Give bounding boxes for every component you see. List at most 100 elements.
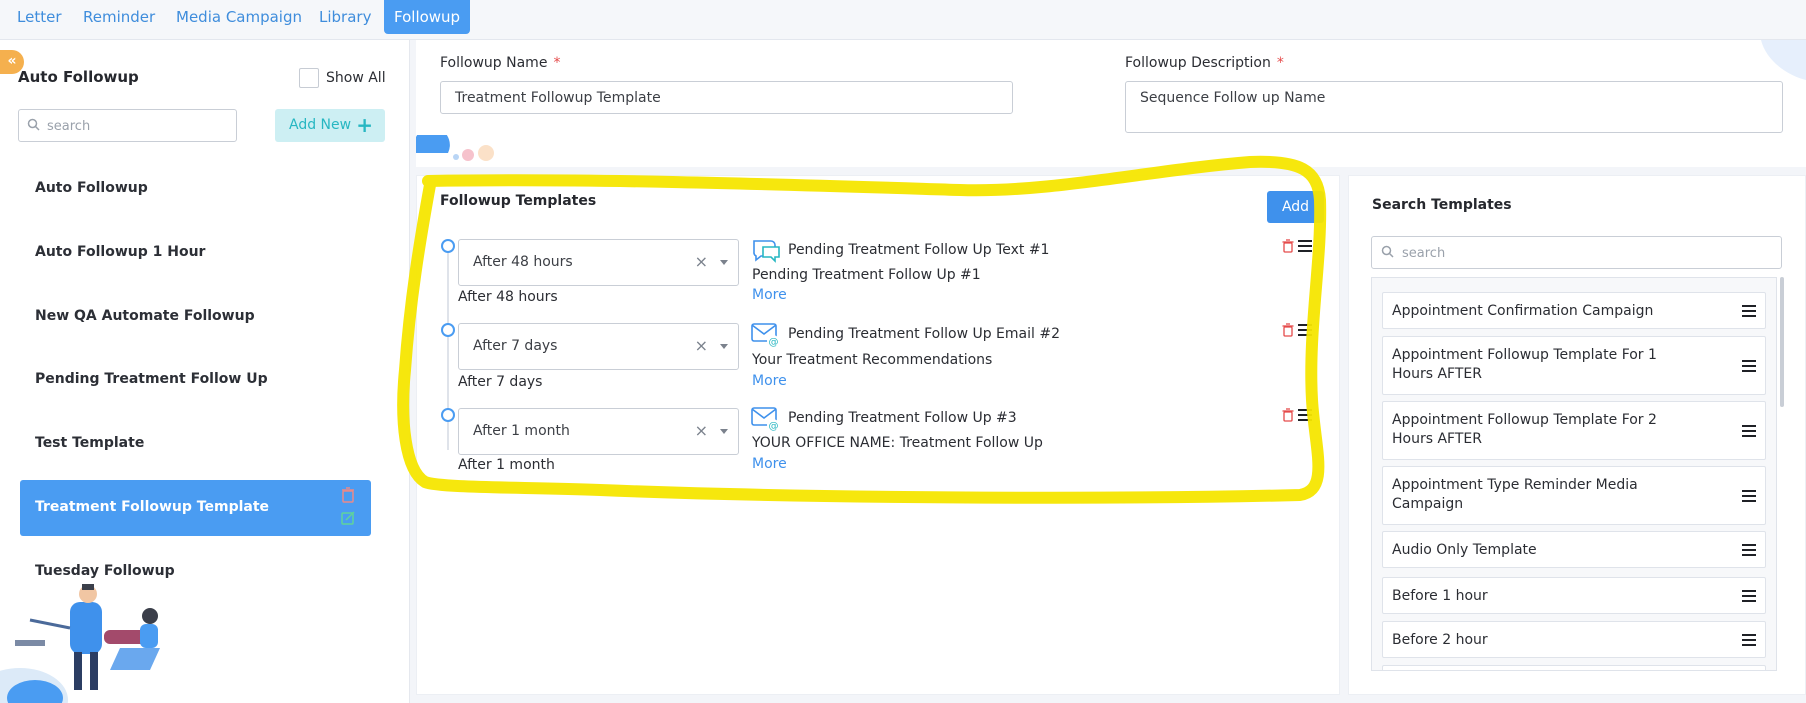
sidebar-item-treatment-followup-template[interactable]: Treatment Followup Template [20,480,371,536]
sidebar-search [18,109,237,142]
list-item-label: Before 1 hour [1392,588,1488,604]
timeline-step-1 [441,239,455,253]
more-link[interactable]: More [752,456,787,472]
list-item[interactable]: Appointment Followup Template For 1 Hour… [1382,336,1766,395]
template-name: Pending Treatment Follow Up #3 [788,410,1017,426]
sidebar-item-auto-followup[interactable]: Auto Followup [35,180,148,196]
template-name: Pending Treatment Follow Up Text #1 [788,242,1050,258]
tab-letter[interactable]: Letter [7,0,71,34]
search-templates-card: Search Templates Appointment Confirmatio… [1348,175,1806,695]
timeline-step-2 [441,323,455,337]
clear-icon[interactable]: × [695,252,708,271]
trash-icon[interactable] [1282,408,1294,422]
delay-select-value: After 1 month [473,423,570,439]
add-new-button[interactable]: Add New + [275,109,385,142]
drag-handle-icon[interactable] [1298,409,1312,421]
delay-select-value: After 7 days [473,338,558,354]
template-name: Pending Treatment Follow Up Email #2 [788,326,1060,342]
svg-text:@: @ [769,337,779,348]
tab-media-campaign[interactable]: Media Campaign [166,0,312,34]
dentist-illustration-icon [0,584,160,703]
clear-icon[interactable]: × [695,336,708,355]
top-tabs: Letter Reminder Media Campaign Library F… [0,0,1806,40]
template-subject: Your Treatment Recommendations [752,352,993,368]
plus-icon: + [356,113,373,137]
delay-caption: After 48 hours [458,289,558,305]
template-search-input[interactable] [1402,242,1772,264]
trash-icon[interactable] [1282,323,1294,337]
template-list: Appointment Confirmation Campaign Appoin… [1371,277,1777,671]
drag-handle-icon[interactable] [1298,240,1312,252]
sidebar-item-new-qa-automate-followup[interactable]: New QA Automate Followup [35,308,255,324]
chevron-down-icon[interactable] [720,429,728,434]
list-item[interactable]: Appointment Confirmation Campaign [1382,292,1766,329]
required-mark: * [553,55,561,71]
required-mark: * [1276,55,1284,71]
tab-followup[interactable]: Followup [384,0,471,34]
template-search [1371,236,1782,269]
followup-name-label-text: Followup Name [440,55,548,71]
delay-select-value: After 48 hours [473,254,573,270]
delay-select-1[interactable]: After 48 hours × [458,239,739,286]
sidebar: « Auto Followup Show All Add New + Auto … [0,40,410,703]
delay-select-2[interactable]: After 7 days × [458,323,739,370]
list-item[interactable]: Appointment Followup Template For 2 Hour… [1382,401,1766,460]
sidebar-title: Auto Followup [18,68,139,86]
list-item[interactable]: Before 2 hour [1382,621,1766,658]
clear-icon[interactable]: × [695,421,708,440]
drag-handle-icon[interactable] [1742,544,1756,556]
sidebar-item-tuesday-followup[interactable]: Tuesday Followup [35,563,175,579]
edit-icon[interactable] [341,511,355,525]
followup-form: Followup Name * Treatment Followup Templa… [416,40,1806,167]
list-item[interactable]: Audio Only Template [1382,531,1766,568]
drag-handle-icon[interactable] [1742,634,1756,646]
list-item-label: Before 2 hour [1392,632,1488,648]
list-item[interactable]: Before 1 hour [1382,577,1766,614]
delay-caption: After 1 month [458,457,555,473]
followup-name-field[interactable]: Treatment Followup Template [440,81,1013,114]
list-item-label: Audio Only Template [1392,542,1537,558]
sidebar-item-test-template[interactable]: Test Template [35,435,144,451]
scrollbar[interactable] [1780,277,1784,407]
delay-select-3[interactable]: After 1 month × [458,408,739,455]
followup-templates-card: Followup Templates Add After 48 hours × … [416,175,1340,695]
followup-templates-title: Followup Templates [440,193,597,209]
trash-icon[interactable] [1282,239,1294,253]
search-icon [1381,245,1394,258]
drag-handle-icon[interactable] [1742,425,1756,437]
list-item-label: Appointment Confirmation Campaign [1392,303,1654,319]
tab-library[interactable]: Library [309,0,381,34]
sidebar-item-label: Treatment Followup Template [35,499,270,515]
show-all-label: Show All [326,70,386,86]
show-all-checkbox[interactable] [299,68,319,88]
followup-description-label-text: Followup Description [1125,55,1271,71]
dots-decoration-icon [416,135,494,161]
drag-handle-icon[interactable] [1742,305,1756,317]
list-item[interactable] [1382,665,1766,670]
corner-decoration-icon [1761,40,1806,80]
list-item-label: Appointment Followup Template For 2 Hour… [1392,412,1657,447]
tab-reminder[interactable]: Reminder [73,0,165,34]
list-item-label: Appointment Followup Template For 1 Hour… [1392,347,1657,382]
search-icon [27,118,40,131]
followup-name-label: Followup Name * [440,55,560,71]
svg-text:@: @ [769,421,779,432]
template-subject: YOUR OFFICE NAME: Treatment Follow Up [752,435,1043,451]
more-link[interactable]: More [752,287,787,303]
followup-description-label: Followup Description * [1125,55,1284,71]
add-new-label: Add New [289,117,352,133]
sidebar-search-input[interactable] [47,115,227,137]
sidebar-item-pending-treatment-follow-up[interactable]: Pending Treatment Follow Up [35,371,268,387]
drag-handle-icon[interactable] [1298,324,1312,336]
chevron-down-icon[interactable] [720,344,728,349]
add-template-button[interactable]: Add [1267,191,1324,223]
followup-description-field[interactable]: Sequence Follow up Name [1125,81,1783,133]
drag-handle-icon[interactable] [1742,590,1756,602]
list-item[interactable]: Appointment Type Reminder Media Campaign [1382,466,1766,525]
drag-handle-icon[interactable] [1742,490,1756,502]
more-link[interactable]: More [752,373,787,389]
trash-icon[interactable] [341,487,355,503]
sidebar-item-auto-followup-1-hour[interactable]: Auto Followup 1 Hour [35,244,205,260]
chevron-down-icon[interactable] [720,260,728,265]
drag-handle-icon[interactable] [1742,360,1756,372]
